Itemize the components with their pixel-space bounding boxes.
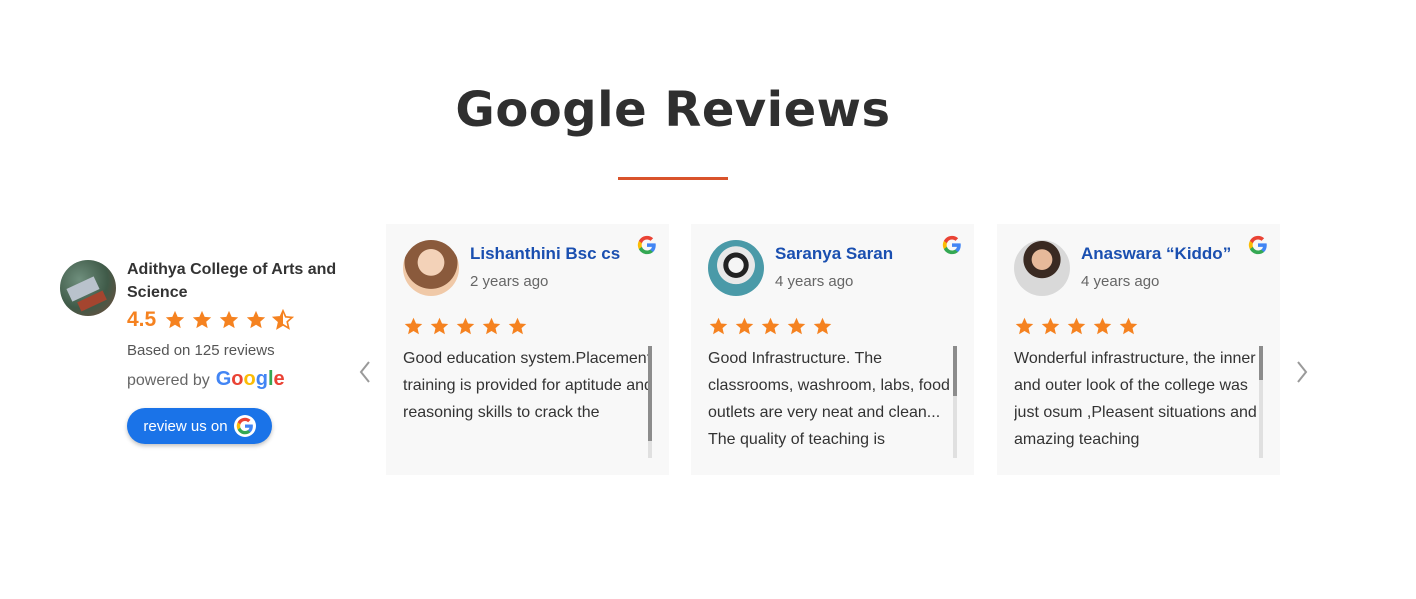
- star-icon: [1118, 316, 1139, 337]
- reviewer-name[interactable]: Saranya Saran: [775, 244, 893, 264]
- page-title: Google Reviews: [455, 82, 891, 138]
- title-underline: [618, 177, 728, 180]
- review-us-button[interactable]: review us on: [127, 408, 272, 444]
- review-scrollbar[interactable]: [953, 346, 957, 458]
- review-time: 2 years ago: [470, 273, 549, 290]
- reviewer-name[interactable]: Lishanthini Bsc cs: [470, 244, 620, 264]
- star-icon: [1014, 316, 1035, 337]
- star-icon: [760, 316, 781, 337]
- review-card: Anaswara “Kiddo” 4 years ago Wonderful i…: [997, 224, 1280, 475]
- star-icon: [1066, 316, 1087, 337]
- review-card: Lishanthini Bsc cs 2 years ago Good educ…: [386, 224, 669, 475]
- chevron-left-icon[interactable]: [355, 358, 375, 386]
- star-icon: [708, 316, 729, 337]
- scrollbar-thumb[interactable]: [648, 346, 652, 441]
- powered-by-label: powered by: [127, 372, 210, 389]
- google-g-icon: [1248, 235, 1268, 255]
- avatar: [708, 240, 764, 296]
- review-time: 4 years ago: [1081, 273, 1160, 290]
- star-icon: [164, 309, 186, 331]
- star-icon: [245, 309, 267, 331]
- star-icon: [786, 316, 807, 337]
- star-icon: [403, 316, 424, 337]
- google-g-icon: [942, 235, 962, 255]
- star-icon: [272, 309, 295, 331]
- review-stars: [1014, 316, 1144, 337]
- star-icon: [455, 316, 476, 337]
- review-text: Good education system.Placement training…: [403, 350, 653, 421]
- review-stars: [403, 316, 533, 337]
- chevron-right-icon[interactable]: [1292, 358, 1312, 386]
- review-scrollbar[interactable]: [648, 346, 652, 458]
- review-scrollbar[interactable]: [1259, 346, 1263, 458]
- google-g-icon: [233, 415, 256, 437]
- star-icon: [812, 316, 833, 337]
- avatar: [1014, 240, 1070, 296]
- overall-rating: 4.5: [127, 308, 299, 332]
- star-icon: [191, 309, 213, 331]
- review-us-label: review us on: [143, 417, 228, 435]
- review-text: Good Infrastructure. The classrooms, was…: [708, 350, 950, 448]
- review-text: Wonderful infrastructure, the inner and …: [1014, 350, 1257, 448]
- star-icon: [1040, 316, 1061, 337]
- google-logo-text: Google: [215, 368, 285, 390]
- review-time: 4 years ago: [775, 273, 854, 290]
- scrollbar-thumb[interactable]: [1259, 346, 1263, 380]
- scrollbar-thumb[interactable]: [953, 346, 957, 396]
- star-icon: [481, 316, 502, 337]
- review-card: Saranya Saran 4 years ago Good Infrastru…: [691, 224, 974, 475]
- powered-by-google: powered by Google: [127, 368, 285, 391]
- reviewer-name[interactable]: Anaswara “Kiddo”: [1081, 244, 1231, 264]
- review-count: Based on 125 reviews: [127, 342, 275, 359]
- star-icon: [218, 309, 240, 331]
- business-name: Adithya College of Arts and Science: [127, 261, 337, 301]
- review-stars: [708, 316, 838, 337]
- business-logo: [60, 260, 116, 316]
- star-icon: [1092, 316, 1113, 337]
- star-icon: [507, 316, 528, 337]
- star-icon: [429, 316, 450, 337]
- star-icon: [734, 316, 755, 337]
- rating-number: 4.5: [127, 308, 157, 331]
- google-g-icon: [637, 235, 657, 255]
- avatar: [403, 240, 459, 296]
